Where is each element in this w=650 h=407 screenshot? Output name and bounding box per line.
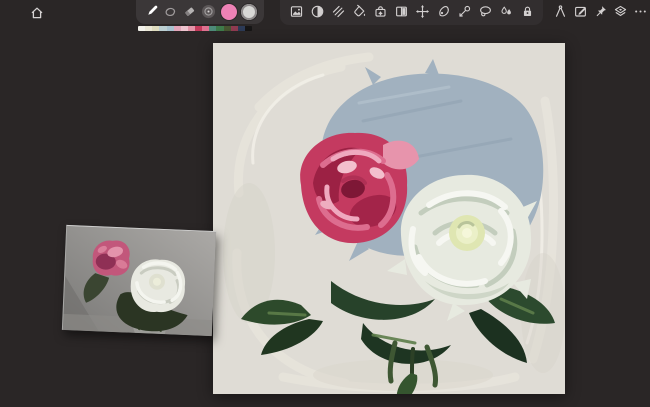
wand-button[interactable] bbox=[456, 3, 472, 20]
smudge-icon bbox=[163, 4, 178, 19]
hatch-lines-icon bbox=[331, 4, 346, 19]
palette-swatch[interactable] bbox=[167, 26, 174, 31]
fill-button[interactable] bbox=[351, 3, 367, 20]
paint-tool-button[interactable] bbox=[143, 3, 159, 20]
secondary-color-well[interactable] bbox=[241, 4, 257, 20]
padlock-icon bbox=[520, 4, 535, 19]
move-arrows-icon bbox=[415, 4, 430, 19]
palette-strip bbox=[138, 26, 252, 31]
palette-swatch[interactable] bbox=[245, 26, 252, 31]
droplets-icon bbox=[499, 4, 514, 19]
paint-bucket-icon bbox=[352, 4, 367, 19]
home-icon bbox=[29, 5, 45, 25]
palette-swatch[interactable] bbox=[174, 26, 181, 31]
palette-swatch[interactable] bbox=[224, 26, 231, 31]
pin-button[interactable] bbox=[592, 3, 608, 20]
palette-swatch[interactable] bbox=[216, 26, 223, 31]
painting-canvas[interactable] bbox=[213, 43, 565, 394]
layers-button[interactable] bbox=[612, 3, 628, 20]
petal-icon bbox=[436, 4, 451, 19]
pages-button[interactable] bbox=[393, 3, 409, 20]
palette-swatch[interactable] bbox=[138, 26, 145, 31]
compass-icon bbox=[553, 4, 568, 19]
palette-swatch[interactable] bbox=[152, 26, 159, 31]
palette-swatch[interactable] bbox=[181, 26, 188, 31]
canvas-tools-group bbox=[280, 0, 543, 25]
home-button[interactable] bbox=[27, 5, 47, 25]
app-tools-group bbox=[552, 0, 648, 20]
tool-toolbar bbox=[136, 0, 264, 24]
adjustments-button[interactable] bbox=[309, 3, 325, 20]
palette-swatch[interactable] bbox=[159, 26, 166, 31]
image-icon bbox=[289, 4, 304, 19]
photo-white-rose bbox=[130, 258, 186, 313]
layers-icon bbox=[613, 4, 628, 19]
app-background bbox=[0, 0, 650, 407]
ellipsis-icon bbox=[633, 4, 648, 19]
edit-button[interactable] bbox=[572, 3, 588, 20]
brush-puck-icon bbox=[201, 4, 216, 19]
color-wells bbox=[221, 4, 257, 20]
pattern-button[interactable] bbox=[330, 3, 346, 20]
smudge-tool-button[interactable] bbox=[162, 3, 178, 20]
paintbrush-icon bbox=[144, 4, 159, 19]
palette-swatch[interactable] bbox=[195, 26, 202, 31]
primary-color-well[interactable] bbox=[221, 4, 237, 20]
palette-swatch[interactable] bbox=[238, 26, 245, 31]
transform-button[interactable] bbox=[414, 3, 430, 20]
palette-swatch[interactable] bbox=[202, 26, 209, 31]
more-button[interactable] bbox=[632, 3, 648, 20]
brush-puck-button[interactable] bbox=[200, 3, 216, 20]
bag-icon bbox=[373, 4, 388, 19]
palette-swatch[interactable] bbox=[188, 26, 195, 31]
guides-button[interactable] bbox=[552, 3, 568, 20]
palette-swatch[interactable] bbox=[209, 26, 216, 31]
reference-photo-image bbox=[63, 226, 216, 336]
lock-button[interactable] bbox=[519, 3, 535, 20]
palette-swatch[interactable] bbox=[231, 26, 238, 31]
right-toolbar bbox=[280, 0, 648, 25]
book-icon bbox=[394, 4, 409, 19]
reference-photo[interactable] bbox=[62, 225, 216, 336]
lasso-icon bbox=[478, 4, 493, 19]
edit-square-icon bbox=[573, 4, 588, 19]
wand-icon bbox=[457, 4, 472, 19]
painting-artwork bbox=[213, 43, 565, 394]
blend-button[interactable] bbox=[498, 3, 514, 20]
contrast-icon bbox=[310, 4, 325, 19]
tool-group bbox=[143, 3, 216, 20]
add-image-button[interactable] bbox=[288, 3, 304, 20]
assets-button[interactable] bbox=[372, 3, 388, 20]
eraser-icon bbox=[182, 4, 197, 19]
liquify-button[interactable] bbox=[435, 3, 451, 20]
eraser-tool-button[interactable] bbox=[181, 3, 197, 20]
palette-swatch[interactable] bbox=[145, 26, 152, 31]
lasso-button[interactable] bbox=[477, 3, 493, 20]
pushpin-icon bbox=[593, 4, 608, 19]
